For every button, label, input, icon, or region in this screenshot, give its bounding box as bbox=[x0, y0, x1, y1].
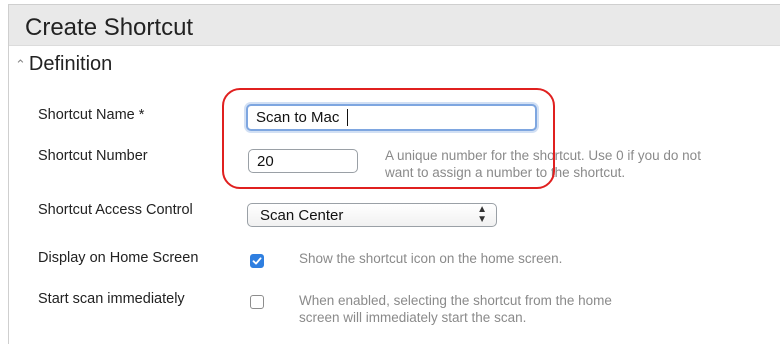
start-scan-label: Start scan immediately bbox=[38, 291, 185, 307]
shortcut-name-label: Shortcut Name * bbox=[38, 107, 145, 123]
section-title: Definition bbox=[28, 52, 113, 75]
shortcut-name-value: Scan to Mac bbox=[256, 109, 344, 126]
access-control-select[interactable]: Scan Center ▲ ▼ bbox=[247, 203, 497, 227]
display-home-label: Display on Home Screen bbox=[38, 250, 199, 266]
start-scan-help: When enabled, selecting the shortcut fro… bbox=[299, 292, 612, 326]
start-scan-help-line2: screen will immediately start the scan. bbox=[299, 310, 527, 325]
access-control-value: Scan Center bbox=[260, 206, 344, 224]
page-title: Create Shortcut bbox=[25, 14, 194, 41]
double-chevron-up-icon: ⌃ bbox=[15, 56, 26, 72]
display-home-help: Show the shortcut icon on the home scree… bbox=[299, 251, 563, 266]
shortcut-name-input[interactable]: Scan to Mac bbox=[246, 104, 537, 131]
shortcut-number-help-line2: want to assign a number to the shortcut. bbox=[385, 165, 626, 180]
access-control-label: Shortcut Access Control bbox=[38, 202, 193, 218]
shortcut-number-help: A unique number for the shortcut. Use 0 … bbox=[385, 147, 701, 181]
definition-section-toggle[interactable]: ⌃ Definition bbox=[15, 50, 112, 78]
shortcut-number-value: 20 bbox=[257, 152, 274, 170]
select-arrows-icon: ▲ ▼ bbox=[477, 204, 487, 225]
page-header: Create Shortcut bbox=[9, 5, 780, 46]
display-home-checkbox[interactable] bbox=[250, 254, 264, 268]
start-scan-checkbox[interactable] bbox=[250, 295, 264, 309]
shortcut-number-input[interactable]: 20 bbox=[248, 149, 358, 173]
checkmark-icon bbox=[252, 257, 262, 265]
shortcut-number-help-line1: A unique number for the shortcut. Use 0 … bbox=[385, 148, 701, 163]
text-caret bbox=[346, 109, 348, 126]
start-scan-help-line1: When enabled, selecting the shortcut fro… bbox=[299, 293, 612, 308]
shortcut-number-label: Shortcut Number bbox=[38, 148, 148, 164]
